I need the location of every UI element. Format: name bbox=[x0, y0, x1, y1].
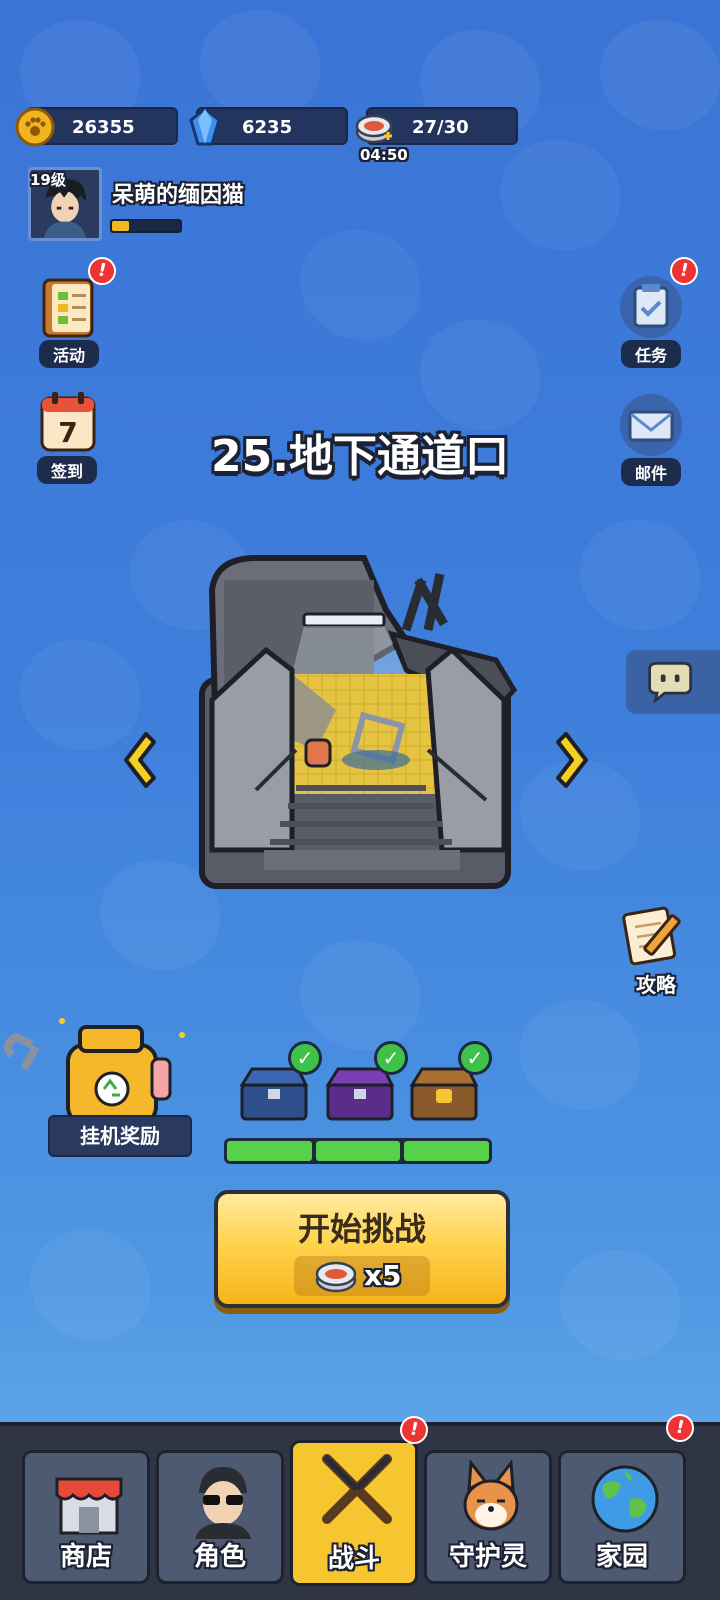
paw-coin-icon bbox=[15, 107, 55, 147]
chest-progress-bar bbox=[224, 1138, 492, 1164]
idle-reward-label: 挂机奖励 bbox=[48, 1115, 192, 1157]
agent-sunglasses-icon bbox=[195, 1467, 251, 1539]
progress-segment bbox=[315, 1141, 401, 1161]
coin-counter[interactable]: 26355 bbox=[15, 107, 178, 147]
chat-bubble-icon bbox=[648, 661, 693, 703]
chest-claimed-check-icon: ✓ bbox=[374, 1041, 408, 1075]
stage-title: 25.地下通道口 bbox=[211, 431, 509, 482]
nav-guardian-label: 守护灵 bbox=[448, 1542, 527, 1572]
nav-shop-label: 商店 bbox=[59, 1542, 112, 1572]
player-name[interactable]: 呆萌的缅因猫 bbox=[112, 177, 244, 209]
nav-home[interactable]: 家园 bbox=[558, 1450, 686, 1584]
blue-gem-icon bbox=[189, 107, 221, 146]
guide-label: 攻略 bbox=[636, 973, 676, 997]
energy-counter[interactable]: 27/30 bbox=[355, 107, 518, 145]
community-button[interactable] bbox=[626, 650, 720, 714]
energy-cost-value: x5 bbox=[364, 1259, 402, 1292]
nav-battle-label: 战斗 bbox=[327, 1544, 380, 1574]
shop-stall-icon bbox=[55, 1477, 123, 1535]
progress-segment bbox=[227, 1141, 312, 1161]
crossed-rifles-icon bbox=[322, 1454, 392, 1524]
nav-guardian[interactable]: 守护灵 bbox=[424, 1450, 552, 1584]
nav-character-label: 角色 bbox=[193, 1542, 246, 1572]
energy-timer: 04:50 bbox=[360, 146, 408, 164]
start-challenge-label: 开始挑战 bbox=[297, 1210, 426, 1248]
nav-battle[interactable]: 战斗 bbox=[290, 1440, 418, 1586]
nav-home-label: 家园 bbox=[595, 1542, 648, 1572]
subway-entrance-illustration[interactable] bbox=[196, 550, 524, 894]
corgi-guardian-icon bbox=[463, 1459, 519, 1531]
events-button[interactable]: 活动 bbox=[26, 272, 112, 368]
chest-gold[interactable]: ✓ bbox=[406, 1041, 492, 1125]
chest-purple[interactable]: ✓ bbox=[322, 1041, 408, 1125]
notepad-pencil-icon bbox=[622, 906, 681, 966]
energy-cost: x5 bbox=[294, 1256, 430, 1296]
coin-value: 26355 bbox=[72, 117, 135, 138]
xp-bar bbox=[110, 219, 182, 233]
player-level: 19级 bbox=[30, 171, 66, 189]
tasks-button[interactable]: 任务 bbox=[608, 272, 694, 368]
chest-claimed-check-icon: ✓ bbox=[458, 1041, 492, 1075]
events-label: 活动 bbox=[38, 340, 99, 368]
next-stage-arrow-icon[interactable] bbox=[556, 730, 596, 790]
gem-value: 6235 bbox=[242, 117, 293, 138]
globe-icon bbox=[591, 1465, 659, 1533]
guide-button[interactable]: 攻略 bbox=[612, 905, 700, 998]
tasks-label: 任务 bbox=[620, 340, 681, 368]
xp-fill bbox=[112, 221, 129, 231]
previous-stage-arrow-icon[interactable] bbox=[116, 730, 156, 790]
gem-counter[interactable]: 6235 bbox=[189, 107, 348, 146]
energy-value: 27/30 bbox=[412, 117, 469, 138]
fish-can-icon bbox=[355, 114, 393, 144]
progress-segment bbox=[404, 1141, 490, 1161]
idle-reward-button[interactable]: 挂机奖励 bbox=[3, 1015, 192, 1175]
nav-shop[interactable]: 商店 bbox=[22, 1450, 150, 1584]
chest-blue[interactable]: ✓ bbox=[236, 1041, 322, 1125]
nav-character[interactable]: 角色 bbox=[156, 1450, 284, 1584]
bottom-nav: 商店 角色 战斗 守护灵 家园 ! ! bbox=[0, 1411, 720, 1600]
home-alert-badge: ! bbox=[663, 1411, 697, 1445]
fish-can-icon bbox=[315, 1261, 357, 1293]
start-challenge-button[interactable]: 开始挑战 x5 bbox=[214, 1190, 510, 1308]
chest-claimed-check-icon: ✓ bbox=[288, 1041, 322, 1075]
